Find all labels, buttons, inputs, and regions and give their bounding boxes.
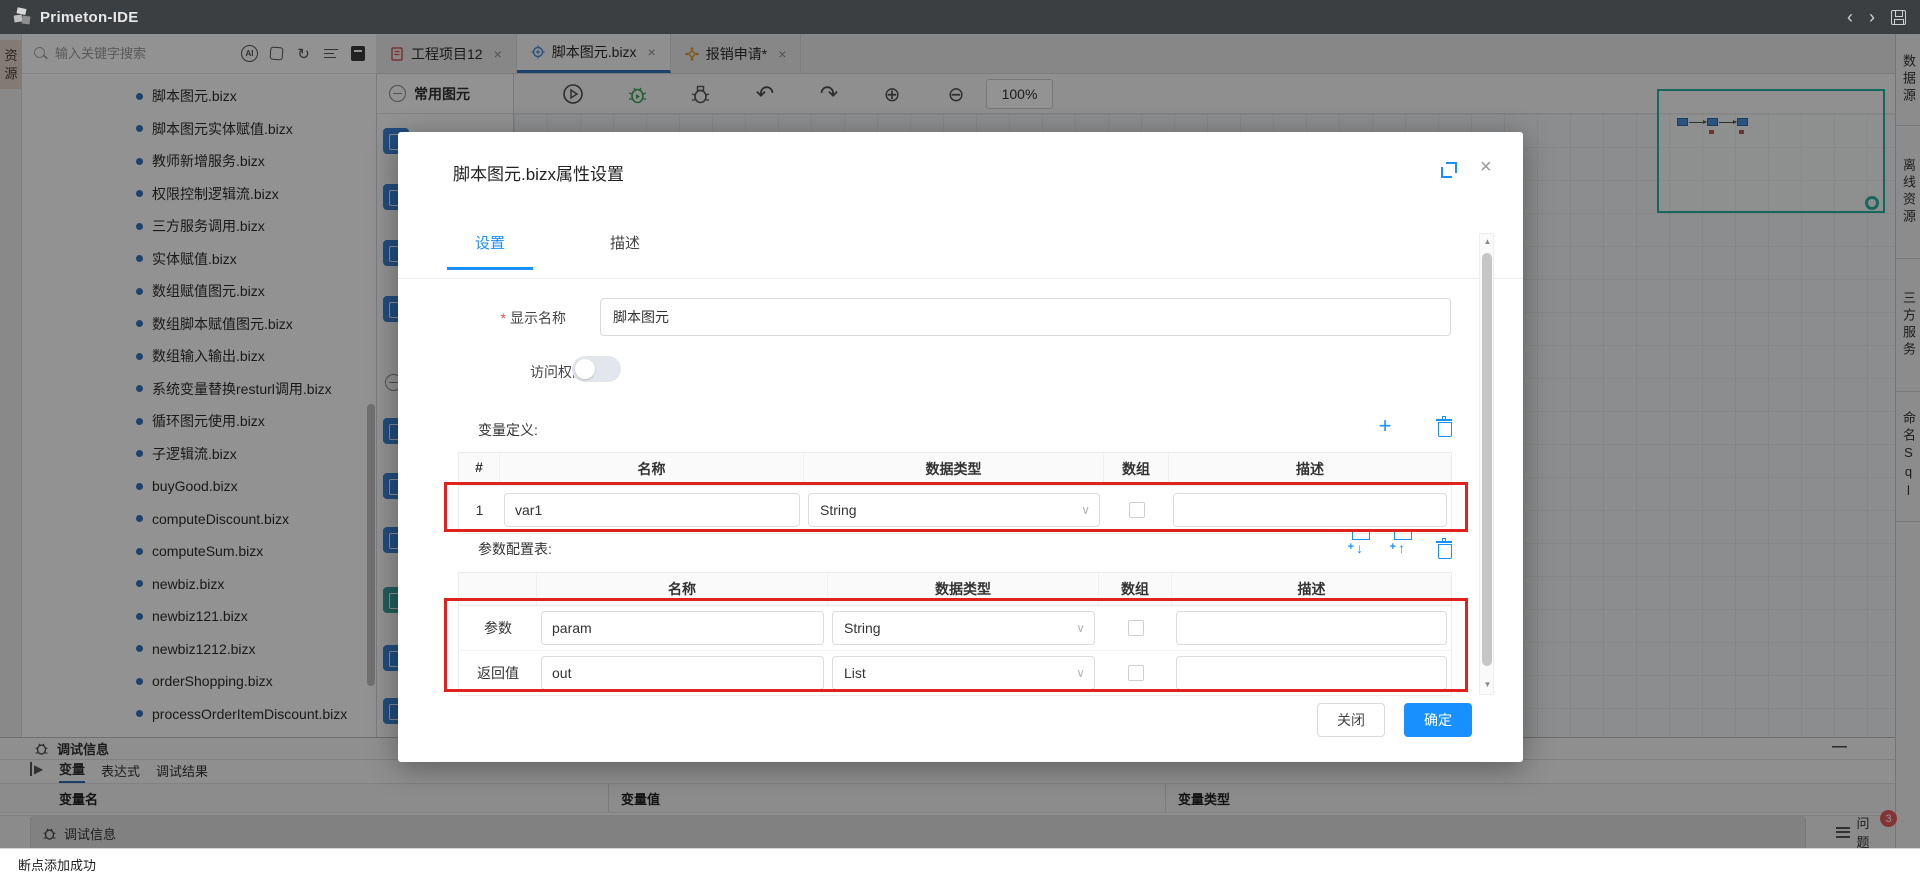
- chevron-down-icon: ∨: [1076, 621, 1085, 635]
- variable-name-input[interactable]: [504, 493, 800, 527]
- export-params-icon[interactable]: ↑+: [1383, 540, 1405, 562]
- chevron-down-icon: ∨: [1076, 666, 1085, 680]
- tabs-divider: [398, 278, 1523, 279]
- param-name-input[interactable]: [541, 611, 824, 645]
- col-name: 名称: [500, 453, 804, 485]
- ok-button[interactable]: 确定: [1404, 703, 1472, 737]
- col-desc: 描述: [1172, 573, 1451, 605]
- title-bar: Primeton-IDE ‹ ›: [0, 0, 1920, 34]
- import-params-icon[interactable]: ↓+: [1341, 540, 1363, 562]
- selected-type: String: [820, 502, 857, 518]
- col-array: 数组: [1104, 453, 1169, 485]
- delete-param-icon[interactable]: [1426, 540, 1448, 562]
- param-row-input: 参数 String ∨: [459, 606, 1451, 651]
- expand-icon[interactable]: [1441, 162, 1457, 178]
- status-message: 断点添加成功: [18, 855, 96, 874]
- col-array: 数组: [1099, 573, 1172, 605]
- col-blank: [459, 573, 537, 605]
- param-row-output: 返回值 List ∨: [459, 651, 1451, 695]
- variable-row: 1 String ∨: [459, 486, 1451, 533]
- param-table-header: 名称 数据类型 数组 描述: [459, 573, 1451, 606]
- variable-table-header: # 名称 数据类型 数组 描述: [459, 453, 1451, 486]
- variable-type-select[interactable]: String ∨: [808, 493, 1100, 527]
- access-permission-label: 访问权限: [426, 362, 586, 382]
- param-section-label: 参数配置表:: [478, 539, 552, 559]
- tab-description[interactable]: 描述: [582, 232, 668, 270]
- array-checkbox[interactable]: [1128, 620, 1144, 636]
- selected-type: List: [844, 665, 866, 681]
- param-desc-input[interactable]: [1176, 611, 1447, 645]
- dialog-title: 脚本图元.bizx属性设置: [453, 160, 624, 185]
- close-icon[interactable]: ×: [1480, 156, 1492, 179]
- chevron-down-icon: ∨: [1081, 503, 1090, 517]
- dialog-scrollbar[interactable]: ▲ ▼: [1479, 233, 1494, 695]
- variable-table: # 名称 数据类型 数组 描述 1 String ∨: [458, 452, 1452, 534]
- tab-settings[interactable]: 设置: [447, 232, 533, 270]
- nav-forward-icon[interactable]: ›: [1869, 8, 1875, 26]
- nav-back-icon[interactable]: ‹: [1847, 8, 1853, 26]
- variable-section-label: 变量定义:: [478, 420, 538, 440]
- param-table: 名称 数据类型 数组 描述 参数 String ∨ 返回值 List ∨: [458, 572, 1452, 696]
- col-type: 数据类型: [828, 573, 1099, 605]
- row-label: 参数: [459, 613, 537, 643]
- selected-type: String: [844, 620, 881, 636]
- app-logo-icon: [12, 7, 32, 27]
- return-desc-input[interactable]: [1176, 656, 1447, 690]
- scroll-up-icon[interactable]: ▲: [1480, 237, 1495, 246]
- return-name-input[interactable]: [541, 656, 824, 690]
- app-window: Primeton-IDE ‹ › 资源 AI ↻ 工程项目12: [0, 0, 1920, 880]
- save-icon[interactable]: [1891, 10, 1906, 25]
- dialog-tabs: 设置 描述: [447, 232, 668, 270]
- row-index: 1: [459, 497, 500, 523]
- status-bar: 断点添加成功: [0, 848, 1920, 880]
- return-type-select[interactable]: List ∨: [832, 656, 1095, 690]
- array-checkbox[interactable]: [1129, 502, 1145, 518]
- col-desc: 描述: [1169, 453, 1451, 485]
- col-index: #: [459, 453, 500, 485]
- properties-dialog: 脚本图元.bizx属性设置 × 设置 描述 显示名称 访问权限 变量定义: + …: [398, 132, 1523, 762]
- app-title: Primeton-IDE: [40, 9, 139, 26]
- close-button[interactable]: 关闭: [1317, 703, 1385, 737]
- array-checkbox[interactable]: [1128, 665, 1144, 681]
- delete-variable-icon[interactable]: [1426, 418, 1448, 440]
- access-permission-toggle[interactable]: [572, 356, 621, 382]
- param-type-select[interactable]: String ∨: [832, 611, 1095, 645]
- variable-desc-input[interactable]: [1173, 493, 1447, 527]
- col-type: 数据类型: [804, 453, 1104, 485]
- display-name-input[interactable]: [600, 298, 1451, 336]
- scrollbar-thumb[interactable]: [1482, 253, 1492, 666]
- scroll-down-icon[interactable]: ▼: [1480, 680, 1495, 689]
- col-name: 名称: [537, 573, 828, 605]
- add-variable-icon[interactable]: +: [1374, 416, 1396, 438]
- row-label: 返回值: [459, 658, 537, 688]
- display-name-label: 显示名称: [406, 308, 566, 328]
